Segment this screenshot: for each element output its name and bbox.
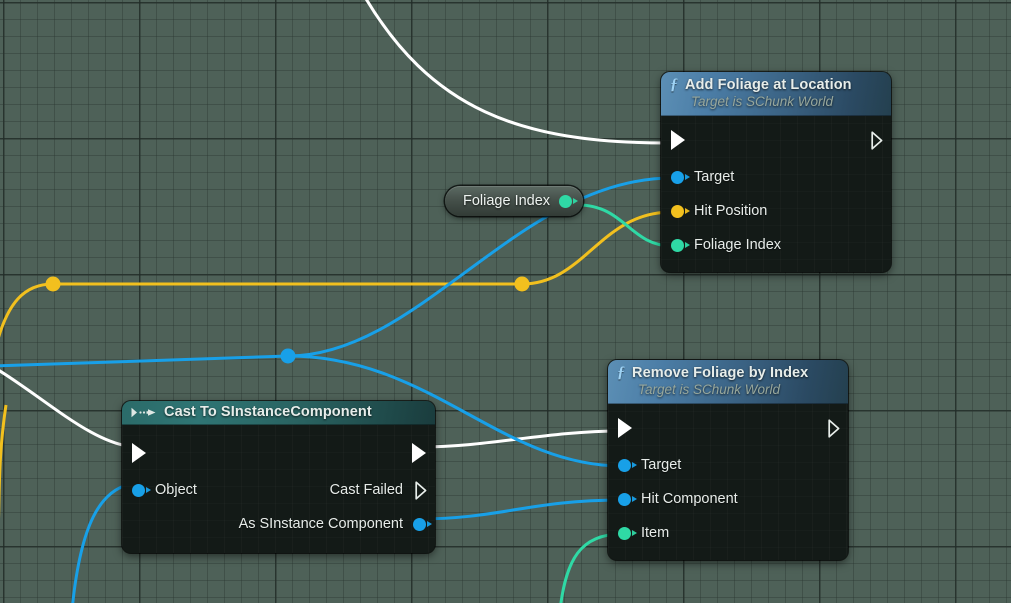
foliage-index-pin[interactable] bbox=[671, 238, 684, 252]
node-remove-foliage-by-index[interactable]: ƒ Remove Foliage by Index Target is SChu… bbox=[608, 360, 848, 560]
pin-label-item: Item bbox=[641, 525, 670, 541]
node-subtitle: Target is SChunk World bbox=[638, 382, 781, 397]
pin-row-target: Target bbox=[608, 448, 848, 482]
blueprint-graph-canvas[interactable]: ƒ Add Foliage at Location Target is SChu… bbox=[0, 0, 1011, 603]
wire-exec-to-cast bbox=[0, 369, 139, 449]
hit-component-pin[interactable] bbox=[618, 492, 631, 506]
exec-in-pin[interactable] bbox=[671, 130, 685, 150]
node-body: Object Cast Failed As SInstance Componen… bbox=[122, 425, 435, 553]
exec-out-pin[interactable] bbox=[412, 443, 426, 463]
node-body: Target Hit Component Item bbox=[608, 404, 848, 560]
getter-foliage-index[interactable]: Foliage Index bbox=[445, 186, 584, 216]
pin-row-object: Object Cast Failed bbox=[122, 473, 435, 507]
pin-row-hit-component: Hit Component bbox=[608, 482, 848, 516]
pin-label-as-sinstance-component: As SInstance Component bbox=[238, 516, 403, 532]
node-cast-to-sinstancecomponent[interactable]: Cast To SInstanceComponent Object Cast F… bbox=[122, 401, 435, 553]
pin-row-hit-position: Hit Position bbox=[661, 194, 891, 228]
node-title: Add Foliage at Location bbox=[685, 77, 852, 93]
node-subtitle: Target is SChunk World bbox=[691, 94, 834, 109]
wire-object-cast-to-hit-component bbox=[417, 498, 623, 521]
wire-vector-lower-left bbox=[0, 404, 8, 521]
reroute-knot-vector-1[interactable] bbox=[45, 276, 61, 292]
getter-output-pin[interactable] bbox=[559, 194, 573, 208]
target-pin[interactable] bbox=[618, 458, 631, 472]
exec-in-pin[interactable] bbox=[618, 418, 632, 438]
pin-row-exec bbox=[608, 408, 848, 448]
pin-label-object: Object bbox=[155, 482, 197, 498]
pin-row-foliage-index: Foliage Index bbox=[661, 228, 891, 262]
wire-vector-to-hit-position bbox=[521, 210, 673, 286]
pin-label-hit-component: Hit Component bbox=[641, 491, 738, 507]
pin-row-target: Target bbox=[661, 160, 891, 194]
target-pin[interactable] bbox=[671, 170, 684, 184]
pin-label-target: Target bbox=[694, 169, 735, 185]
cast-failed-pin[interactable] bbox=[415, 481, 427, 500]
exec-out-pin[interactable] bbox=[828, 419, 840, 438]
reroute-knot-vector-2[interactable] bbox=[514, 276, 530, 292]
hit-position-pin[interactable] bbox=[671, 204, 684, 218]
pin-label-foliage-index: Foliage Index bbox=[694, 237, 782, 253]
object-pin[interactable] bbox=[132, 483, 145, 497]
pin-label-cast-failed: Cast Failed bbox=[329, 482, 403, 498]
wire-exec-to-add-foliage bbox=[365, 0, 669, 145]
cast-arrow-icon bbox=[131, 407, 157, 418]
pin-row-item: Item bbox=[608, 516, 848, 550]
wire-int-getter-to-foliage-index bbox=[577, 203, 673, 248]
node-header[interactable]: ƒ Remove Foliage by Index Target is SChu… bbox=[608, 360, 848, 404]
node-header[interactable]: ƒ Add Foliage at Location Target is SChu… bbox=[661, 72, 891, 116]
wire-exec-cast-to-remove bbox=[419, 429, 623, 449]
node-body: Target Hit Position Foliage Index bbox=[661, 116, 891, 272]
reroute-knot-object-1[interactable] bbox=[280, 348, 296, 364]
function-f-icon: ƒ bbox=[617, 364, 625, 381]
pin-label-target: Target bbox=[641, 457, 682, 473]
pin-row-exec bbox=[122, 433, 435, 473]
getter-label: Foliage Index bbox=[463, 193, 551, 209]
pin-row-as-sinstance-component: As SInstance Component bbox=[122, 507, 435, 541]
exec-out-pin[interactable] bbox=[871, 131, 883, 150]
wire-object-left bbox=[0, 354, 289, 368]
node-header[interactable]: Cast To SInstanceComponent bbox=[122, 401, 435, 425]
pin-label-hit-position: Hit Position bbox=[694, 203, 768, 219]
pin-row-exec bbox=[661, 120, 891, 160]
node-add-foliage-at-location[interactable]: ƒ Add Foliage at Location Target is SChu… bbox=[661, 72, 891, 272]
exec-in-pin[interactable] bbox=[132, 443, 146, 463]
as-sinstance-component-pin[interactable] bbox=[413, 517, 426, 531]
function-f-icon: ƒ bbox=[670, 76, 678, 93]
item-pin[interactable] bbox=[618, 526, 631, 540]
wire-vector-left bbox=[0, 282, 54, 338]
node-title: Remove Foliage by Index bbox=[632, 365, 809, 381]
node-title: Cast To SInstanceComponent bbox=[164, 404, 372, 420]
